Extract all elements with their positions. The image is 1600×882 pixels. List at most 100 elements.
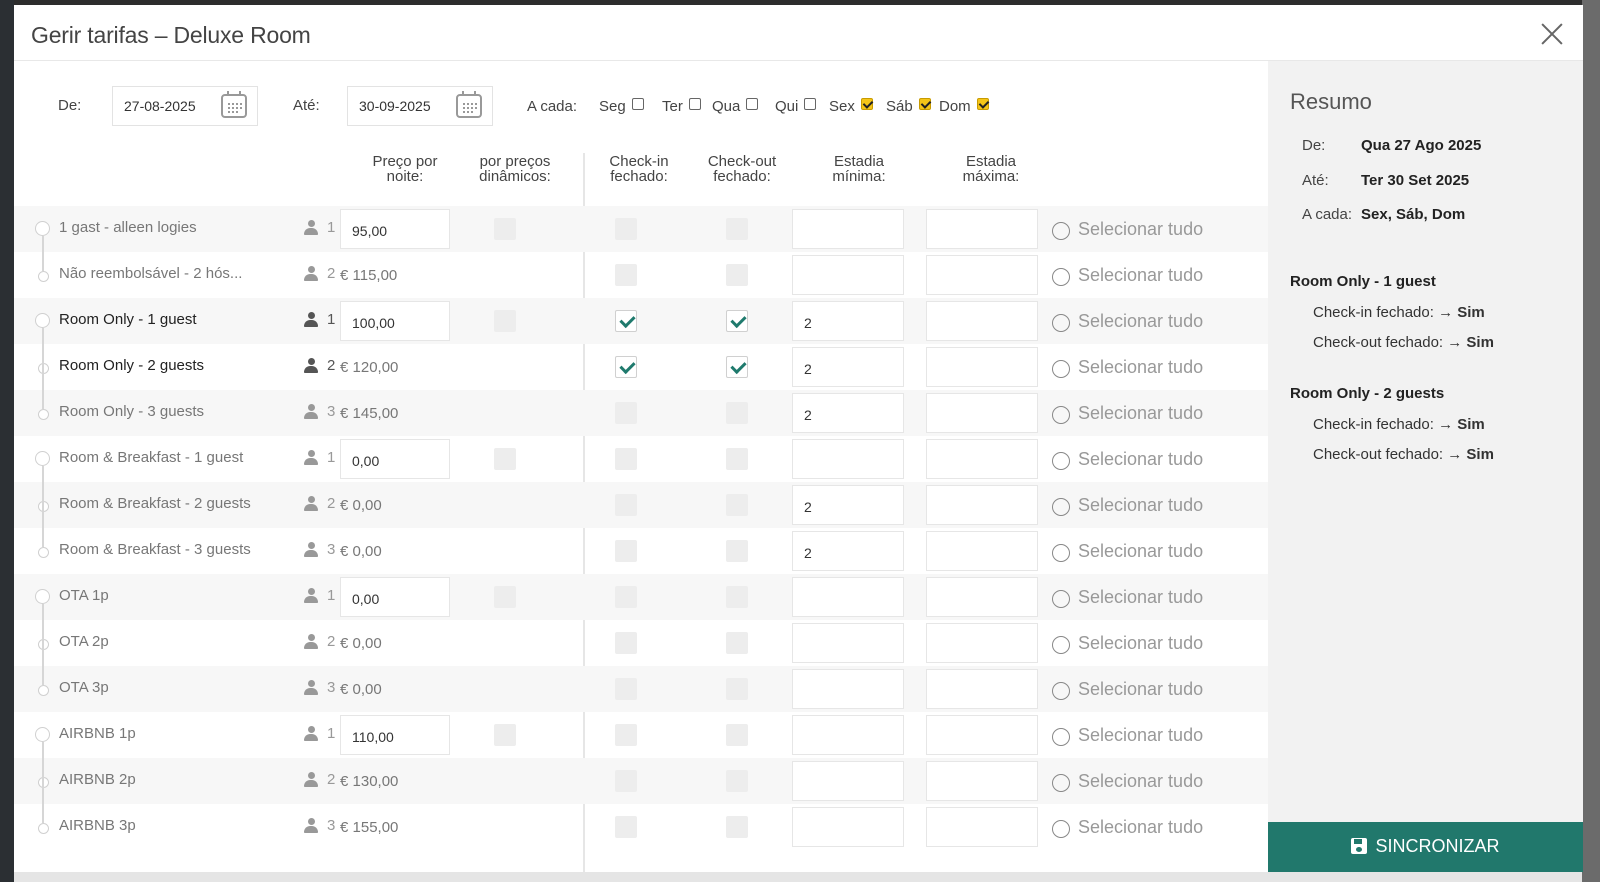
checkin-closed-checkbox[interactable] [615,402,637,424]
day-qua[interactable]: Qua [712,97,759,115]
checkout-closed-checkbox[interactable] [726,678,748,700]
min-stay-input[interactable] [792,761,904,801]
checkout-closed-checkbox[interactable] [726,448,748,470]
max-stay-input[interactable] [926,577,1038,617]
min-stay-input[interactable]: 2 [792,485,904,525]
day-sab[interactable]: Sáb [886,97,931,115]
max-stay-input[interactable] [926,255,1038,295]
min-stay-input[interactable] [792,209,904,249]
min-stay-input[interactable] [792,577,904,617]
select-all-radio[interactable]: Selecionar tudo [1051,403,1203,424]
min-stay-input[interactable] [792,439,904,479]
max-stay-input[interactable] [926,623,1038,663]
day-checkbox[interactable] [804,97,817,110]
to-date-input[interactable]: 30-09-2025 [347,86,493,126]
select-all-radio[interactable]: Selecionar tudo [1051,357,1203,378]
checkin-closed-checkbox[interactable] [615,678,637,700]
calendar-icon[interactable] [456,91,482,118]
min-stay-input[interactable] [792,255,904,295]
price-input[interactable]: 95,00 [340,209,450,249]
checkin-closed-checkbox[interactable] [615,494,637,516]
checkout-closed-checkbox[interactable] [726,724,748,746]
checkout-closed-checkbox[interactable] [726,310,748,332]
day-sex[interactable]: Sex [829,97,873,115]
max-stay-input[interactable] [926,531,1038,571]
select-all-radio[interactable]: Selecionar tudo [1051,817,1203,838]
max-stay-input[interactable] [926,209,1038,249]
checkin-closed-checkbox[interactable] [615,770,637,792]
select-all-radio[interactable]: Selecionar tudo [1051,771,1203,792]
max-stay-input[interactable] [926,439,1038,479]
day-dom[interactable]: Dom [939,97,989,115]
select-all-radio[interactable]: Selecionar tudo [1051,265,1203,286]
dynamic-price-checkbox[interactable] [494,218,516,240]
price-input[interactable]: 0,00 [340,439,450,479]
max-stay-input[interactable] [926,715,1038,755]
checkin-closed-checkbox[interactable] [615,264,637,286]
dynamic-price-checkbox[interactable] [494,586,516,608]
checkout-closed-checkbox[interactable] [726,402,748,424]
checkout-closed-checkbox[interactable] [726,816,748,838]
max-stay-input[interactable] [926,807,1038,847]
select-all-radio[interactable]: Selecionar tudo [1051,219,1203,240]
checkout-closed-checkbox[interactable] [726,494,748,516]
checkin-closed-checkbox[interactable] [615,632,637,654]
checkin-closed-checkbox[interactable] [615,218,637,240]
select-all-radio[interactable]: Selecionar tudo [1051,633,1203,654]
min-stay-input[interactable]: 2 [792,531,904,571]
min-stay-input[interactable] [792,669,904,709]
select-all-radio[interactable]: Selecionar tudo [1051,587,1203,608]
max-stay-input[interactable] [926,761,1038,801]
dynamic-price-checkbox[interactable] [494,448,516,470]
select-all-radio[interactable]: Selecionar tudo [1051,725,1203,746]
min-stay-input[interactable] [792,807,904,847]
select-all-radio[interactable]: Selecionar tudo [1051,541,1203,562]
select-all-radio[interactable]: Selecionar tudo [1051,495,1203,516]
dynamic-price-checkbox[interactable] [494,310,516,332]
checkout-closed-checkbox[interactable] [726,218,748,240]
select-all-radio[interactable]: Selecionar tudo [1051,679,1203,700]
day-ter[interactable]: Ter [662,97,701,115]
select-all-radio[interactable]: Selecionar tudo [1051,311,1203,332]
checkin-closed-checkbox[interactable] [615,448,637,470]
day-checkbox[interactable] [860,97,873,110]
min-stay-input[interactable] [792,623,904,663]
calendar-icon[interactable] [221,91,247,118]
max-stay-input[interactable] [926,669,1038,709]
select-all-radio[interactable]: Selecionar tudo [1051,449,1203,470]
checkout-closed-checkbox[interactable] [726,632,748,654]
max-stay-input[interactable] [926,393,1038,433]
checkin-closed-checkbox[interactable] [615,586,637,608]
day-checkbox[interactable] [746,97,759,110]
sync-button[interactable]: SINCRONIZAR [1268,822,1583,872]
price-input[interactable]: 100,00 [340,301,450,341]
max-stay-input[interactable] [926,485,1038,525]
day-qui[interactable]: Qui [775,97,817,115]
checkout-closed-checkbox[interactable] [726,586,748,608]
min-stay-input[interactable]: 2 [792,393,904,433]
price-input[interactable]: 110,00 [340,715,450,755]
checkin-closed-checkbox[interactable] [615,816,637,838]
checkin-closed-checkbox[interactable] [615,540,637,562]
checkout-closed-checkbox[interactable] [726,356,748,378]
checkout-closed-checkbox[interactable] [726,770,748,792]
close-icon[interactable] [1539,21,1565,47]
min-stay-input[interactable]: 2 [792,301,904,341]
max-stay-input[interactable] [926,347,1038,387]
from-date-input[interactable]: 27-08-2025 [112,86,258,126]
checkout-closed-checkbox[interactable] [726,540,748,562]
max-stay-input[interactable] [926,301,1038,341]
day-checkbox[interactable] [631,97,644,110]
checkout-closed-checkbox[interactable] [726,264,748,286]
min-stay-input[interactable] [792,715,904,755]
checkin-closed-checkbox[interactable] [615,356,637,378]
price-input[interactable]: 0,00 [340,577,450,617]
day-checkbox[interactable] [688,97,701,110]
checkin-closed-checkbox[interactable] [615,310,637,332]
day-checkbox[interactable] [976,97,989,110]
dynamic-price-checkbox[interactable] [494,724,516,746]
day-checkbox[interactable] [918,97,931,110]
checkin-closed-checkbox[interactable] [615,724,637,746]
min-stay-input[interactable]: 2 [792,347,904,387]
day-seg[interactable]: Seg [599,97,644,115]
